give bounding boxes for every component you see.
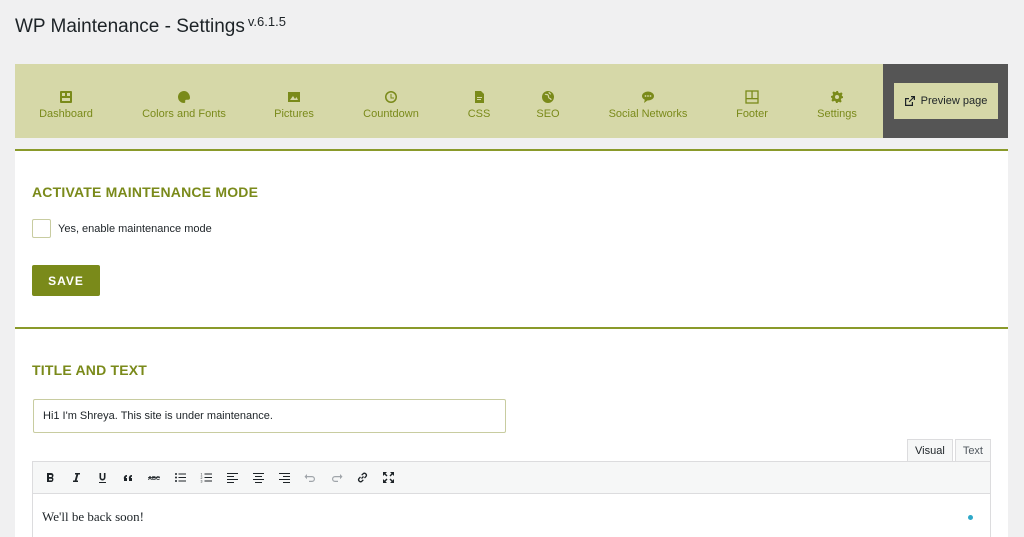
gear-icon	[830, 90, 844, 104]
nav-item-countdown[interactable]: Countdown	[337, 64, 445, 138]
link-icon	[357, 472, 367, 483]
undo-button[interactable]	[299, 467, 321, 489]
bullet-list-button[interactable]	[169, 467, 191, 489]
nav-label: Dashboard	[39, 108, 93, 120]
css-file-icon	[472, 90, 486, 104]
italic-button[interactable]	[65, 467, 87, 489]
external-link-icon	[904, 96, 915, 106]
enable-maintenance-checkbox[interactable]	[32, 219, 51, 238]
editor-toolbar: ABC 123	[32, 461, 991, 494]
underline-icon	[98, 473, 106, 483]
quote-icon	[123, 474, 132, 481]
align-left-icon	[226, 473, 238, 483]
nav-item-footer[interactable]: Footer	[713, 64, 791, 138]
nav-item-css[interactable]: CSS	[445, 64, 513, 138]
nav-item-settings[interactable]: Settings	[791, 64, 883, 138]
redo-icon	[331, 474, 342, 482]
nav-item-social-networks[interactable]: Social Networks	[583, 64, 713, 138]
enable-maintenance-row: Yes, enable maintenance mode	[32, 219, 212, 238]
page-title: WP Maintenance - Settings v.6.1.5	[15, 14, 286, 38]
preview-page-button[interactable]: Preview page	[893, 83, 998, 119]
strikethrough-icon: ABC	[147, 476, 160, 482]
align-right-icon	[278, 473, 290, 483]
nav-items: Dashboard Colors and Fonts Pictures Coun…	[15, 64, 883, 138]
footer-layout-icon	[745, 90, 759, 104]
nav-label: Colors and Fonts	[142, 108, 226, 120]
settings-nav-bar: Dashboard Colors and Fonts Pictures Coun…	[15, 64, 1008, 138]
editor-status-dot	[968, 515, 973, 520]
strikethrough-button[interactable]: ABC	[143, 467, 165, 489]
align-right-button[interactable]	[273, 467, 295, 489]
svg-text:3: 3	[200, 480, 202, 484]
tab-visual[interactable]: Visual	[907, 439, 953, 461]
editor-content-area[interactable]: We'll be back soon!	[32, 494, 991, 537]
title-text-panel: TITLE AND TEXT Hi1 I'm Shreya. This site…	[15, 327, 1008, 537]
numbered-list-icon: 123	[200, 473, 212, 484]
svg-text:ABC: ABC	[148, 476, 160, 482]
clock-icon	[384, 90, 398, 104]
fullscreen-button[interactable]	[377, 467, 399, 489]
dashboard-icon	[59, 90, 73, 104]
redo-button[interactable]	[325, 467, 347, 489]
nav-item-seo[interactable]: SEO	[513, 64, 583, 138]
insert-link-button[interactable]	[351, 467, 373, 489]
editor-text[interactable]: We'll be back soon!	[42, 509, 144, 525]
bold-icon	[46, 473, 53, 482]
nav-item-dashboard[interactable]: Dashboard	[15, 64, 117, 138]
nav-label: Footer	[736, 108, 768, 120]
nav-label: Countdown	[363, 108, 419, 120]
nav-label: Social Networks	[608, 108, 688, 120]
numbered-list-button[interactable]: 123	[195, 467, 217, 489]
underline-button[interactable]	[91, 467, 113, 489]
bold-button[interactable]	[39, 467, 61, 489]
pictures-icon	[287, 90, 301, 104]
chat-bubble-icon	[641, 90, 655, 104]
tab-text[interactable]: Text	[954, 439, 991, 461]
blockquote-button[interactable]	[117, 467, 139, 489]
nav-label: SEO	[536, 108, 560, 120]
page-title-text: WP Maintenance - Settings	[15, 16, 245, 37]
nav-label: Pictures	[274, 108, 314, 120]
save-button[interactable]: SAVE	[32, 265, 100, 296]
italic-icon	[72, 473, 80, 482]
nav-label: CSS	[467, 108, 491, 120]
preview-label: Preview page	[920, 95, 988, 107]
section-title-maintenance: ACTIVATE MAINTENANCE MODE	[32, 184, 259, 200]
globe-icon	[541, 90, 555, 104]
align-center-icon	[252, 473, 264, 483]
version-label: v.6.1.5	[247, 14, 286, 29]
preview-area: Preview page	[883, 64, 1008, 138]
title-input[interactable]: Hi1 I'm Shreya. This site is under maint…	[33, 399, 506, 433]
bullet-list-icon	[174, 473, 186, 482]
nav-item-colors-fonts[interactable]: Colors and Fonts	[117, 64, 251, 138]
align-center-button[interactable]	[247, 467, 269, 489]
enable-maintenance-label[interactable]: Yes, enable maintenance mode	[58, 223, 212, 235]
undo-icon	[304, 474, 315, 482]
nav-label: Settings	[817, 108, 857, 120]
maintenance-mode-panel: ACTIVATE MAINTENANCE MODE Yes, enable ma…	[15, 149, 1008, 328]
align-left-button[interactable]	[221, 467, 243, 489]
nav-item-pictures[interactable]: Pictures	[251, 64, 337, 138]
editor-tabs: Visual Text	[907, 439, 991, 461]
fullscreen-icon	[382, 472, 394, 483]
section-title-title-text: TITLE AND TEXT	[32, 362, 148, 378]
palette-icon	[177, 90, 191, 104]
